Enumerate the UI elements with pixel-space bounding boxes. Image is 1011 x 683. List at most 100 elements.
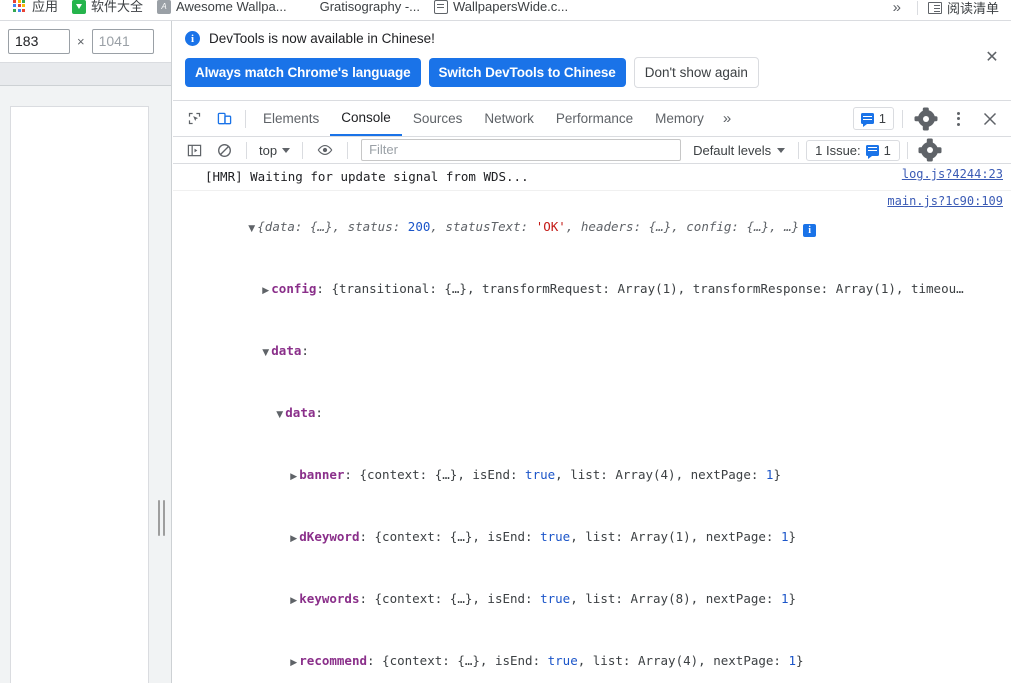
source-link[interactable]: log.js?4244:23 — [902, 167, 1003, 181]
root-status-value: 200 — [407, 219, 431, 234]
isend-value: true — [540, 591, 571, 606]
disclosure-triangle-icon[interactable] — [290, 467, 299, 487]
list-value: Array(1) — [630, 529, 691, 544]
disclosure-triangle-icon[interactable] — [290, 653, 299, 673]
list-value: Array(4) — [615, 467, 676, 482]
reading-list-button[interactable]: 阅读清单 — [927, 0, 1005, 17]
tree-row-data[interactable]: data: — [173, 321, 1011, 383]
bookmark-item-gratisography[interactable]: Gratisography -... — [294, 0, 427, 17]
settings-gear-icon[interactable] — [913, 106, 939, 132]
close-devtools-icon[interactable] — [977, 106, 1003, 132]
property-key: banner — [299, 467, 345, 482]
object-root-line[interactable]: {data: {…}, status: 200, statusText: 'OK… — [173, 197, 1011, 259]
emulated-page-viewport[interactable] — [10, 106, 149, 683]
disclosure-triangle-icon[interactable] — [290, 529, 299, 549]
always-match-language-button[interactable]: Always match Chrome's language — [185, 58, 421, 87]
more-tabs-icon[interactable]: » — [715, 110, 739, 127]
tree-row-banner[interactable]: banner: {context: {…}, isEnd: true, list… — [173, 445, 1011, 507]
console-message-hmr: [HMR] Waiting for update signal from WDS… — [173, 164, 1011, 191]
dot-icon — [301, 0, 315, 14]
tree-row-data-data[interactable]: data: — [173, 383, 1011, 445]
property-key: dKeyword — [299, 529, 360, 544]
source-link[interactable]: main.js?1c90:109 — [887, 194, 1003, 208]
device-height-input[interactable]: 1041 — [91, 29, 154, 54]
isend-value: true — [547, 653, 578, 668]
chevron-down-icon — [282, 147, 291, 153]
wallpaper-icon — [434, 0, 449, 14]
property-key: data — [271, 343, 302, 358]
switch-to-chinese-button[interactable]: Switch DevTools to Chinese — [428, 58, 626, 87]
close-icon[interactable]: ✕ — [983, 47, 1001, 66]
hmr-message-text: [HMR] Waiting for update signal from WDS… — [205, 169, 529, 184]
console-settings-gear-icon[interactable] — [917, 137, 943, 163]
divider — [916, 0, 918, 15]
disclosure-triangle-icon[interactable] — [276, 405, 285, 425]
list-value: Array(4) — [637, 653, 699, 668]
dont-show-again-button[interactable]: Don't show again — [633, 57, 759, 88]
language-notification-banner: i DevTools is now available in Chinese! … — [173, 21, 1011, 101]
divider — [347, 141, 349, 159]
tab-network[interactable]: Network — [473, 101, 545, 136]
config-preview-rest: {…}, transformRequest: Array(1), transfo… — [444, 281, 964, 296]
tab-console[interactable]: Console — [330, 101, 402, 136]
console-message-object: main.js?1c90:109 {data: {…}, status: 200… — [173, 191, 1011, 683]
tab-elements[interactable]: Elements — [252, 101, 330, 136]
disclosure-triangle-icon[interactable] — [248, 219, 257, 239]
device-width-input[interactable]: 183 — [8, 29, 70, 54]
context-value: {…} — [457, 653, 480, 668]
bookmarks-overflow-button[interactable]: » — [887, 0, 907, 16]
issues-badge[interactable]: 1 — [852, 107, 894, 130]
tab-performance[interactable]: Performance — [545, 101, 644, 136]
bookmark-label: Gratisography -... — [319, 0, 421, 14]
inspect-element-icon[interactable] — [181, 106, 207, 132]
issues-count: 1 — [878, 111, 886, 126]
log-levels-select[interactable]: Default levels — [687, 141, 791, 160]
tree-row-config[interactable]: config: {transitional: {…}, transformReq… — [173, 259, 1011, 321]
property-key: config — [271, 281, 317, 296]
disclosure-triangle-icon[interactable] — [290, 591, 299, 611]
list-value: Array(8) — [630, 591, 691, 606]
divider — [302, 141, 304, 159]
root-statustext-value: 'OK' — [535, 219, 566, 234]
console-filter-bar: top Filter Default levels 1 Issue: 1 — [173, 137, 1011, 164]
nextpage-value: 1 — [780, 529, 789, 544]
bookmark-item-software[interactable]: 软件大全 — [65, 0, 150, 17]
bookmark-label: Awesome Wallpa... — [176, 0, 287, 14]
clear-console-icon[interactable] — [211, 137, 237, 163]
issues-count: 1 — [883, 142, 891, 158]
site-icon: A — [157, 0, 172, 14]
bookmark-item-awesome-wallpaper[interactable]: A Awesome Wallpa... — [150, 0, 294, 17]
console-sidebar-icon[interactable] — [181, 137, 207, 163]
tree-row-keywords[interactable]: keywords: {context: {…}, isEnd: true, li… — [173, 569, 1011, 631]
disclosure-triangle-icon[interactable] — [262, 281, 271, 301]
tab-sources[interactable]: Sources — [402, 101, 474, 136]
message-icon — [865, 144, 879, 159]
live-expression-eye-icon[interactable] — [312, 137, 338, 163]
execution-context-select[interactable]: top — [254, 141, 295, 160]
tree-row-dkeyword[interactable]: dKeyword: {context: {…}, isEnd: true, li… — [173, 507, 1011, 569]
divider — [798, 141, 800, 159]
context-value: {…} — [449, 529, 473, 544]
bookmark-label: 软件大全 — [91, 0, 144, 14]
console-filter-input[interactable]: Filter — [361, 139, 682, 161]
device-resize-handle[interactable] — [155, 499, 167, 537]
device-emulation-pane: 183 × 1041 — [0, 21, 172, 683]
device-toolbar: 183 × 1041 — [0, 21, 171, 63]
console-output[interactable]: [HMR] Waiting for update signal from WDS… — [173, 164, 1011, 683]
bookmarks-bar: 应用 软件大全 A Awesome Wallpa... Gratisograph… — [0, 0, 1011, 21]
reading-list-label: 阅读清单 — [946, 1, 999, 16]
bookmark-item-apps[interactable]: 应用 — [6, 0, 65, 17]
info-icon[interactable]: i — [803, 224, 817, 237]
dimension-separator: × — [77, 34, 85, 49]
bookmark-item-wallpaperswide[interactable]: WallpapersWide.c... — [427, 0, 575, 17]
chevron-down-icon — [777, 147, 786, 153]
more-options-icon[interactable] — [945, 106, 971, 132]
tree-row-recommend[interactable]: recommend: {context: {…}, isEnd: true, l… — [173, 631, 1011, 683]
isend-value: true — [540, 529, 571, 544]
context-value: {…} — [449, 591, 473, 606]
issues-summary-chip[interactable]: 1 Issue: 1 — [806, 139, 900, 161]
divider — [246, 141, 247, 159]
tab-memory[interactable]: Memory — [644, 101, 715, 136]
toggle-device-toolbar-icon[interactable] — [211, 106, 237, 132]
disclosure-triangle-icon[interactable] — [262, 343, 271, 363]
